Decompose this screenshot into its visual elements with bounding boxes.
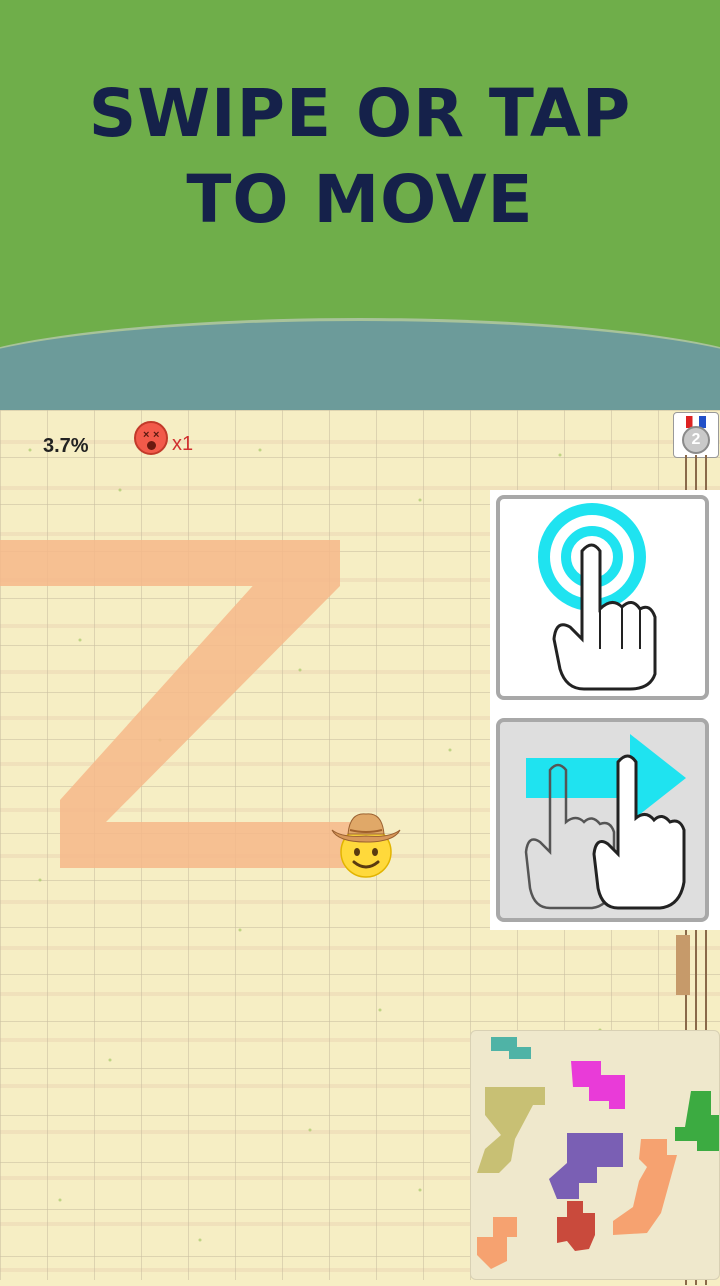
progress-percent: 3.7% bbox=[43, 435, 89, 457]
minimap-territory-magenta bbox=[571, 1061, 625, 1109]
leaderboard-button[interactable]: 2 bbox=[673, 412, 719, 458]
minimap-territories bbox=[477, 1037, 719, 1269]
minimap-territory-red bbox=[557, 1201, 595, 1251]
second-place-medal-icon: 2 bbox=[682, 426, 710, 454]
tap-gesture-icon bbox=[538, 503, 657, 691]
swipe-tutorial-card bbox=[496, 718, 709, 922]
territory-minimap bbox=[470, 1030, 720, 1280]
trail-segment-bottom bbox=[60, 822, 350, 868]
minimap-territory-peach bbox=[477, 1217, 517, 1269]
minimap-territory-olive bbox=[477, 1087, 545, 1173]
dizzy-face-icon: × × bbox=[134, 421, 168, 455]
minimap-territory-teal bbox=[491, 1037, 531, 1059]
tap-tutorial-card bbox=[496, 495, 709, 700]
minimap-territory-green bbox=[675, 1091, 719, 1151]
cowboy-hat-face-icon bbox=[331, 813, 401, 878]
deaths-count: x1 bbox=[172, 433, 194, 455]
minimap-territory-purple bbox=[549, 1133, 623, 1199]
swipe-right-gesture-icon bbox=[524, 734, 686, 910]
